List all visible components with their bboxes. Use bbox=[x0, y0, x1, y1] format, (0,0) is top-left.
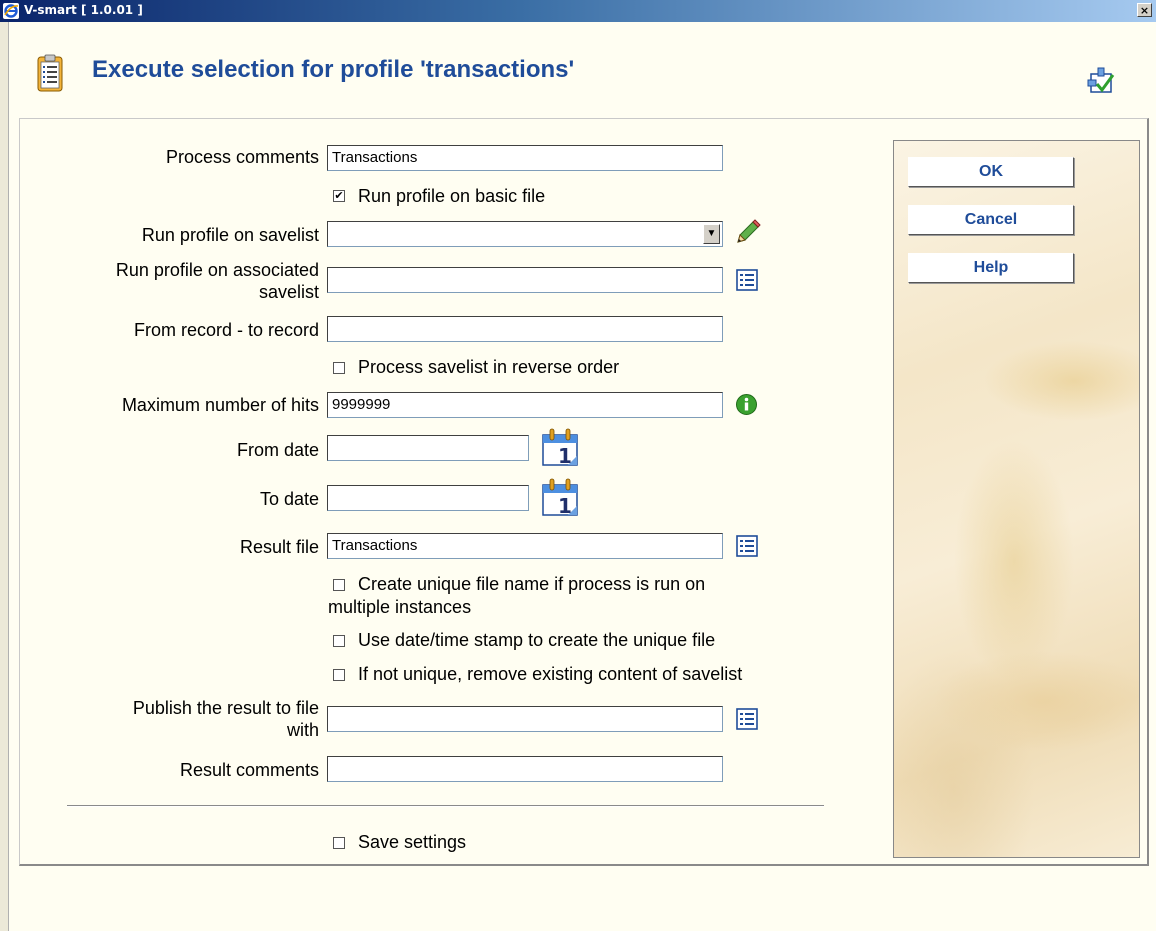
save-settings-checkbox[interactable] bbox=[333, 837, 345, 849]
list-icon[interactable] bbox=[736, 269, 758, 291]
remove-existing-label: If not unique, remove existing content o… bbox=[358, 664, 743, 684]
button-sidebar bbox=[893, 140, 1140, 858]
unique-file-checkbox[interactable] bbox=[333, 579, 345, 591]
list-icon[interactable] bbox=[736, 708, 758, 730]
unique-file-label-line2: multiple instances bbox=[328, 597, 472, 617]
associated-savelist-label: Run profile on associated savelist bbox=[116, 259, 319, 303]
result-comments-input[interactable] bbox=[327, 756, 723, 782]
process-check-icon[interactable] bbox=[1087, 66, 1115, 96]
publish-result-label-line2: with bbox=[286, 720, 319, 740]
window-titlebar: V-smart [ 1.0.01 ] × bbox=[0, 0, 1156, 22]
chevron-down-icon[interactable]: ▼ bbox=[703, 224, 720, 244]
window-left-edge bbox=[0, 22, 9, 931]
separator bbox=[67, 805, 824, 807]
result-comments-label: Result comments bbox=[179, 760, 319, 780]
reverse-order-checkbox[interactable] bbox=[333, 362, 345, 374]
savelist-select[interactable]: ▼ bbox=[327, 221, 723, 247]
calendar-icon[interactable]: 1 bbox=[540, 477, 580, 517]
date-time-stamp-checkbox[interactable] bbox=[333, 635, 345, 647]
publish-result-label-line1: Publish the result to file bbox=[132, 698, 319, 718]
from-date-input[interactable] bbox=[327, 435, 529, 461]
calendar-day-text: 1 bbox=[558, 494, 572, 517]
publish-result-label: Publish the result to file with bbox=[133, 697, 319, 741]
savelist-label: Run profile on savelist bbox=[141, 225, 319, 245]
record-range-label: From record - to record bbox=[133, 320, 319, 340]
cancel-button[interactable]: Cancel bbox=[908, 205, 1074, 235]
remove-existing-checkbox[interactable] bbox=[333, 669, 345, 681]
list-icon[interactable] bbox=[736, 535, 758, 557]
date-time-stamp-label: Use date/time stamp to create the unique… bbox=[358, 630, 716, 650]
basic-file-label: Run profile on basic file bbox=[358, 186, 546, 206]
page-title: Execute selection for profile 'transacti… bbox=[92, 56, 575, 83]
basic-file-checkbox[interactable]: ✔ bbox=[333, 190, 345, 202]
max-hits-label: Maximum number of hits bbox=[121, 395, 319, 415]
unique-file-label-line1: Create unique file name if process is ru… bbox=[358, 574, 706, 594]
calendar-icon[interactable]: 1 bbox=[540, 427, 580, 467]
help-button[interactable]: Help bbox=[908, 253, 1074, 283]
app-icon bbox=[3, 3, 19, 19]
save-settings-label: Save settings bbox=[358, 832, 467, 852]
process-comments-input[interactable]: Transactions bbox=[327, 145, 723, 171]
to-date-label: To date bbox=[259, 489, 319, 509]
clipboard-list-icon bbox=[37, 54, 63, 92]
from-date-label: From date bbox=[236, 440, 319, 460]
result-file-label: Result file bbox=[239, 537, 319, 557]
result-file-input[interactable]: Transactions bbox=[327, 533, 723, 559]
associated-savelist-label-line1: Run profile on associated bbox=[115, 260, 319, 280]
to-date-input[interactable] bbox=[327, 485, 529, 511]
info-icon[interactable] bbox=[736, 394, 757, 415]
publish-result-input[interactable] bbox=[327, 706, 723, 732]
record-range-input[interactable] bbox=[327, 316, 723, 342]
reverse-order-label: Process savelist in reverse order bbox=[358, 357, 620, 377]
process-comments-label: Process comments bbox=[165, 147, 319, 167]
calendar-day-text: 1 bbox=[558, 444, 572, 467]
close-button[interactable]: × bbox=[1137, 3, 1152, 17]
pencil-edit-icon[interactable] bbox=[732, 218, 762, 248]
associated-savelist-label-line2: savelist bbox=[258, 282, 319, 302]
window-title: V-smart [ 1.0.01 ] bbox=[24, 3, 143, 17]
associated-savelist-input[interactable] bbox=[327, 267, 723, 293]
ok-button[interactable]: OK bbox=[908, 157, 1074, 187]
max-hits-input[interactable]: 9999999 bbox=[327, 392, 723, 418]
